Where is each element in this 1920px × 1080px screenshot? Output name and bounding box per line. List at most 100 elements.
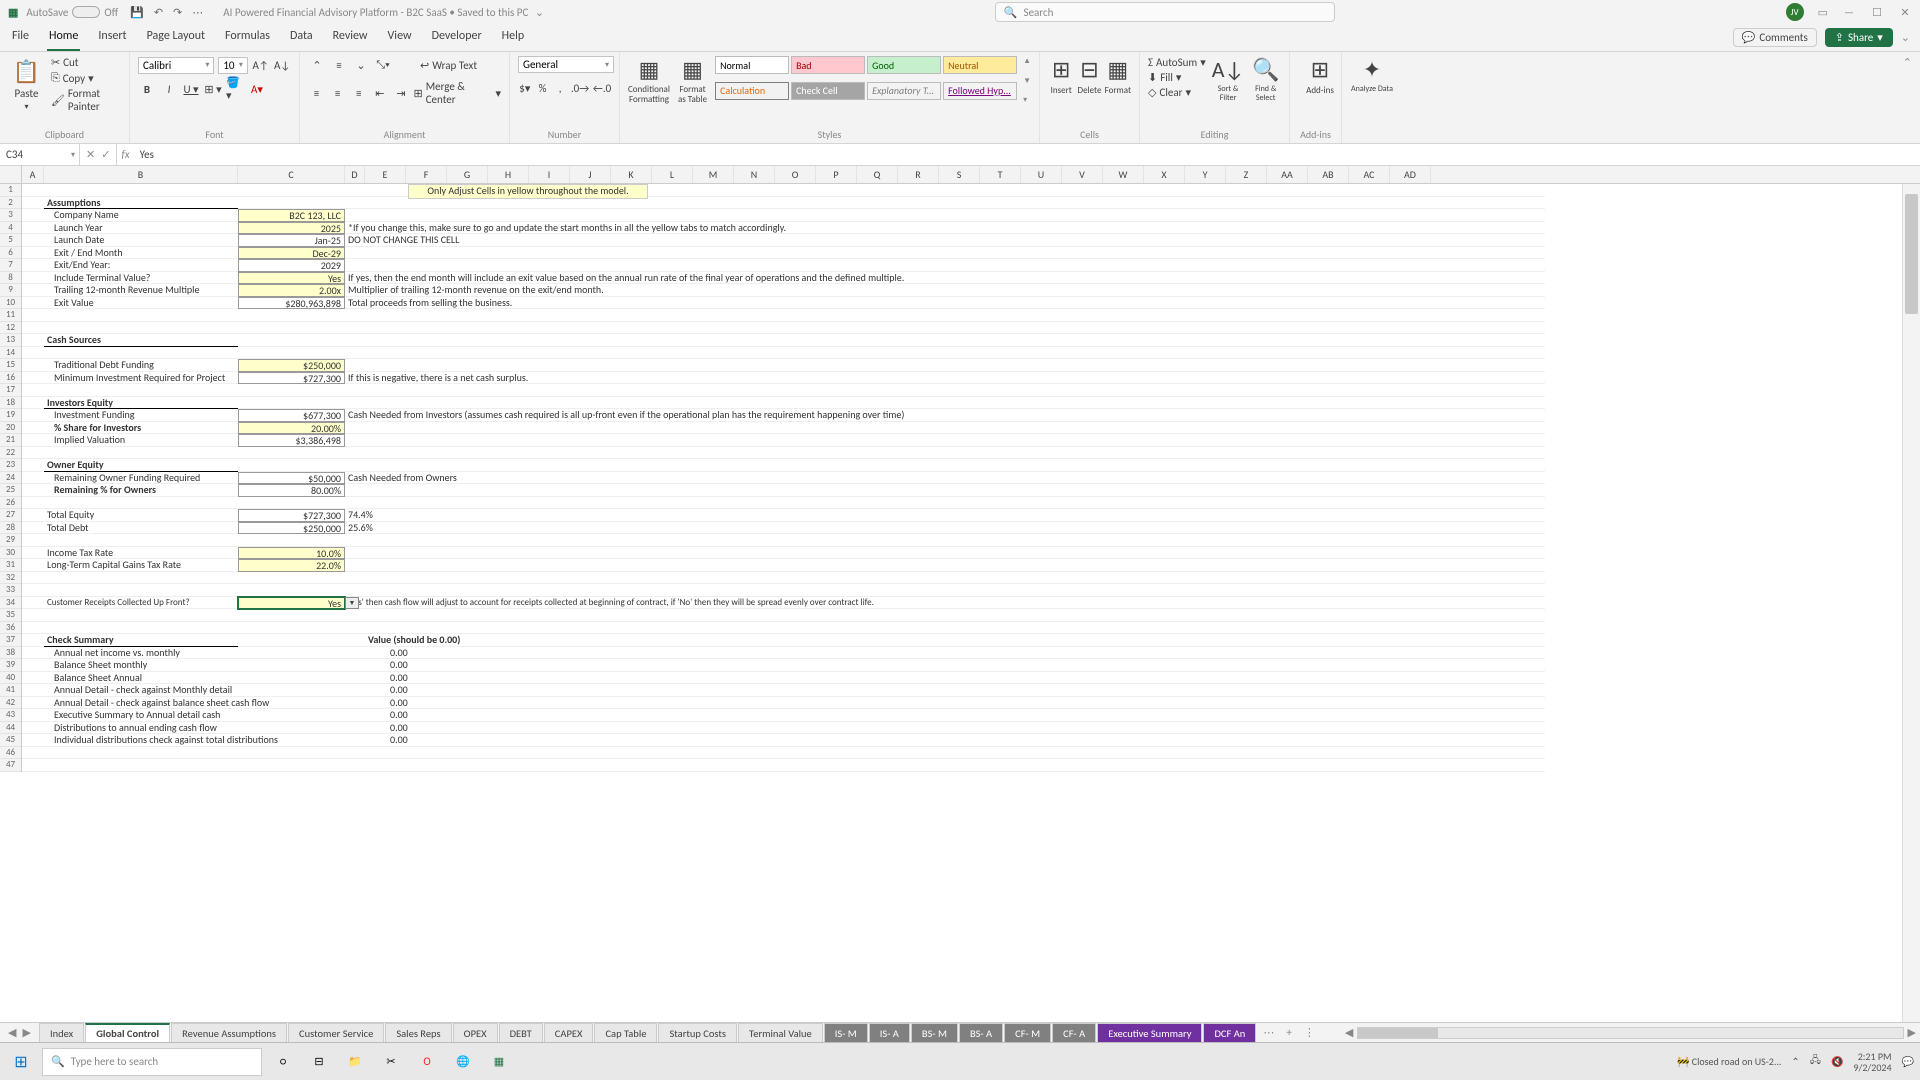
sheet-tab-startup-costs[interactable]: Startup Costs: [658, 1023, 737, 1042]
save-icon[interactable]: 💾: [130, 6, 144, 19]
cell[interactable]: [345, 359, 1545, 372]
cortana-icon[interactable]: ○: [268, 1047, 298, 1077]
cell[interactable]: Balance Sheet monthly: [44, 659, 238, 672]
align-middle-icon[interactable]: ≡: [330, 56, 348, 74]
row-header[interactable]: 46: [0, 747, 21, 760]
cell[interactable]: [44, 384, 238, 397]
cell[interactable]: 0.00: [345, 709, 1545, 722]
cell-style-normal[interactable]: Normal: [715, 56, 789, 74]
cell[interactable]: B2C 123, LLC: [238, 209, 345, 222]
row-header[interactable]: 34: [0, 597, 21, 610]
row-header[interactable]: 23: [0, 459, 21, 472]
cell[interactable]: Customer Receipts Collected Up Front?: [44, 597, 238, 610]
row-header[interactable]: 17: [0, 384, 21, 397]
align-left-icon[interactable]: ≡: [308, 84, 325, 102]
cell[interactable]: [22, 234, 44, 247]
row-header[interactable]: 1: [0, 184, 21, 197]
cell[interactable]: [238, 322, 345, 335]
cell[interactable]: [238, 534, 345, 547]
collapse-ribbon-chevron-icon[interactable]: ⌃: [1903, 56, 1912, 69]
search-input[interactable]: 🔍 Search: [995, 2, 1335, 22]
ribbon-tab-help[interactable]: Help: [500, 23, 527, 51]
row-header[interactable]: 5: [0, 234, 21, 247]
cell[interactable]: [44, 534, 238, 547]
ribbon-tab-view[interactable]: View: [386, 23, 414, 51]
cell[interactable]: Multiplier of trailing 12-month revenue …: [345, 284, 1545, 297]
row-header[interactable]: 8: [0, 272, 21, 285]
column-header[interactable]: V: [1062, 166, 1103, 183]
increase-font-icon[interactable]: A↑: [252, 56, 270, 74]
select-all-corner[interactable]: [0, 166, 22, 183]
cell[interactable]: Dec-29: [238, 247, 345, 260]
cell[interactable]: Launch Date: [44, 234, 238, 247]
cell[interactable]: [22, 359, 44, 372]
cell[interactable]: [22, 297, 44, 310]
cell[interactable]: Minimum Investment Required for Project: [44, 372, 238, 385]
opera-icon[interactable]: O: [412, 1047, 442, 1077]
column-header[interactable]: K: [611, 166, 652, 183]
horizontal-scrollbar[interactable]: ◀ ▶: [1341, 1023, 1920, 1042]
cell[interactable]: [22, 522, 44, 535]
cancel-formula-icon[interactable]: ✕: [86, 148, 95, 161]
delete-cells-button[interactable]: ⊟Delete: [1076, 56, 1102, 96]
cell[interactable]: 2.00x: [238, 284, 345, 297]
increase-indent-icon[interactable]: ⇥: [392, 84, 409, 102]
row-header[interactable]: 11: [0, 309, 21, 322]
decrease-font-icon[interactable]: A↓: [273, 56, 291, 74]
row-header[interactable]: 45: [0, 734, 21, 747]
cell[interactable]: [44, 759, 238, 772]
column-header[interactable]: N: [734, 166, 775, 183]
redo-icon[interactable]: ↷: [173, 6, 182, 19]
ribbon-tab-developer[interactable]: Developer: [430, 23, 484, 51]
cell-style-followed-hyp-[interactable]: Followed Hyp...: [943, 82, 1017, 100]
column-header[interactable]: D: [345, 166, 365, 183]
cell[interactable]: [22, 209, 44, 222]
cell[interactable]: [238, 747, 345, 760]
row-header[interactable]: 21: [0, 434, 21, 447]
align-bottom-icon[interactable]: ⌄: [352, 56, 370, 74]
taskbar-search[interactable]: 🔍 Type here to search: [42, 1048, 262, 1076]
cell[interactable]: [22, 184, 44, 197]
column-header[interactable]: B: [44, 166, 238, 183]
orientation-icon[interactable]: ⤡▾: [374, 56, 392, 74]
row-header[interactable]: 10: [0, 297, 21, 310]
sheet-tab-cf-m[interactable]: CF- M: [1004, 1023, 1051, 1042]
cell[interactable]: [22, 347, 44, 360]
cell[interactable]: [238, 659, 345, 672]
name-box[interactable]: C34▾: [0, 144, 80, 165]
column-header[interactable]: E: [365, 166, 406, 183]
decrease-decimal-icon[interactable]: ←.0: [593, 79, 611, 97]
row-header[interactable]: 32: [0, 572, 21, 585]
column-header[interactable]: W: [1103, 166, 1144, 183]
cell[interactable]: [22, 484, 44, 497]
cell[interactable]: Executive Summary to Annual detail cash: [44, 709, 238, 722]
cell[interactable]: [238, 697, 345, 710]
dropdown-icon[interactable]: ▼: [345, 597, 359, 609]
align-center-icon[interactable]: ≡: [329, 84, 346, 102]
sheet-tab-dcf-an[interactable]: DCF An: [1203, 1023, 1256, 1042]
align-right-icon[interactable]: ≡: [350, 84, 367, 102]
vertical-scrollbar[interactable]: [1902, 184, 1920, 1022]
cell[interactable]: Remaining % for Owners: [44, 484, 238, 497]
cell[interactable]: 2025: [238, 222, 345, 235]
cell[interactable]: [345, 534, 1545, 547]
sheet-tab-sales-reps[interactable]: Sales Reps: [385, 1023, 451, 1042]
column-header[interactable]: A: [22, 166, 44, 183]
cell[interactable]: [22, 747, 44, 760]
cell[interactable]: [44, 184, 238, 197]
cell[interactable]: [238, 347, 345, 360]
cell[interactable]: [345, 447, 1545, 460]
comma-format-icon[interactable]: ,: [553, 79, 567, 97]
row-header[interactable]: 3: [0, 209, 21, 222]
cell[interactable]: 25.6%: [345, 522, 1545, 535]
cell[interactable]: Exit/End Year:: [44, 259, 238, 272]
column-header[interactable]: F: [406, 166, 447, 183]
row-header[interactable]: 4: [0, 222, 21, 235]
cell[interactable]: [22, 509, 44, 522]
ribbon-tab-data[interactable]: Data: [288, 23, 315, 51]
column-header[interactable]: AA: [1267, 166, 1308, 183]
cell[interactable]: Check Summary: [44, 634, 238, 647]
cell[interactable]: Only Adjust Cells in yellow throughout t…: [345, 184, 1545, 197]
ribbon-tab-review[interactable]: Review: [331, 23, 370, 51]
document-title[interactable]: AI Powered Financial Advisory Platform -…: [223, 6, 544, 19]
